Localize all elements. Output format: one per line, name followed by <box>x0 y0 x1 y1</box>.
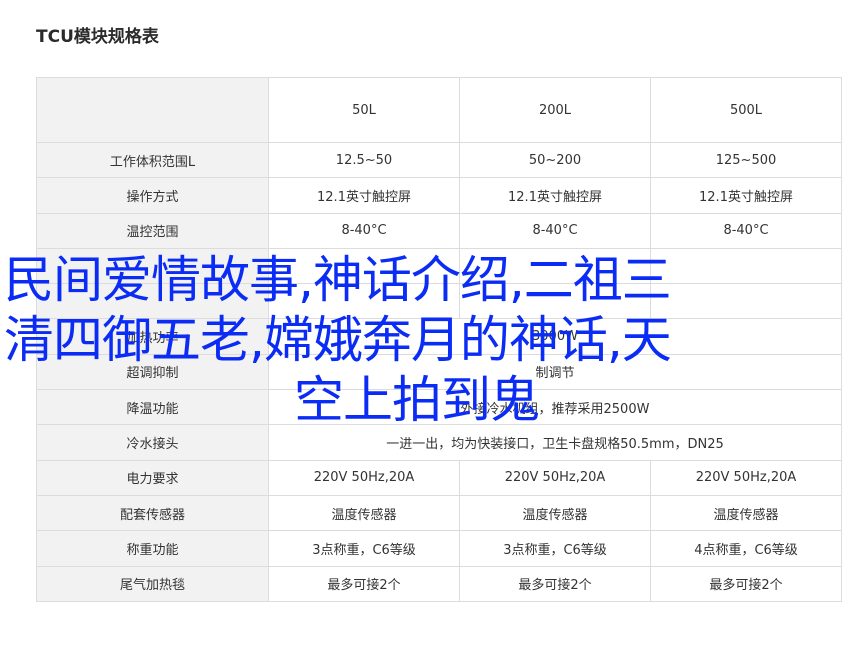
table-cell: 温度传感器 <box>459 494 651 532</box>
table-cell: 4点称重，C6等级 <box>650 530 842 567</box>
row-label: 尾气加热毯 <box>36 565 269 602</box>
row-label: 电力要求 <box>36 459 269 496</box>
table-cell: 220V 50Hz,20A <box>268 459 460 496</box>
table-row: 称重功能 3点称重，C6等级 3点称重，C6等级 4点称重，C6等级 <box>36 530 842 567</box>
table-cell: 12.1英寸触控屏 <box>650 177 842 214</box>
overlay-line: 民间爱情故事,神话介绍,二祖三 <box>4 251 672 309</box>
table-row: 电力要求 220V 50Hz,20A 220V 50Hz,20A 220V 50… <box>36 459 842 496</box>
row-label: 温控范围 <box>36 212 269 249</box>
overlay-headline: 民间爱情故事,神话介绍,二祖三 清四御五老,嫦娥奔月的神话,天 空上拍到鬼 <box>4 250 804 430</box>
column-header: 200L <box>459 77 651 143</box>
table-cell: 8-40°C <box>650 212 842 249</box>
table-row: 冷水接头 一进一出，均为快装接口，卫生卡盘规格50.5mm，DN25 <box>36 424 842 461</box>
table-row: 操作方式 12.1英寸触控屏 12.1英寸触控屏 12.1英寸触控屏 <box>36 177 842 214</box>
table-row: 温控范围 8-40°C 8-40°C 8-40°C <box>36 212 842 249</box>
table-cell: 温度传感器 <box>650 494 842 532</box>
table-cell: 12.1英寸触控屏 <box>268 177 460 214</box>
table-cell: 8-40°C <box>268 212 460 249</box>
row-label: 操作方式 <box>36 177 269 214</box>
row-label: 配套传感器 <box>36 494 269 532</box>
table-row: 配套传感器 温度传感器 温度传感器 温度传感器 <box>36 494 842 532</box>
table-cell: 最多可接2个 <box>650 565 842 602</box>
row-label: 工作体积范围L <box>36 141 269 179</box>
header-corner-cell <box>36 77 269 143</box>
table-header-row: 50L 200L 500L <box>36 77 842 143</box>
table-cell: 最多可接2个 <box>459 565 651 602</box>
table-cell: 220V 50Hz,20A <box>459 459 651 496</box>
table-cell: 220V 50Hz,20A <box>650 459 842 496</box>
page-title: TCU模块规格表 <box>36 27 159 47</box>
table-cell: 最多可接2个 <box>268 565 460 602</box>
table-cell: 温度传感器 <box>268 494 460 532</box>
column-header: 500L <box>650 77 842 143</box>
table-row: 尾气加热毯 最多可接2个 最多可接2个 最多可接2个 <box>36 565 842 602</box>
table-cell: 12.1英寸触控屏 <box>459 177 651 214</box>
table-cell-merged: 一进一出，均为快装接口，卫生卡盘规格50.5mm，DN25 <box>268 424 842 461</box>
row-label: 称重功能 <box>36 530 269 567</box>
table-cell: 3点称重，C6等级 <box>268 530 460 567</box>
table-cell: 12.5~50 <box>268 141 460 179</box>
overlay-line: 清四御五老,嫦娥奔月的神话,天 <box>4 311 672 369</box>
table-row: 工作体积范围L 12.5~50 50~200 125~500 <box>36 141 842 179</box>
table-cell: 50~200 <box>459 141 651 179</box>
table-cell: 8-40°C <box>459 212 651 249</box>
overlay-line: 空上拍到鬼 <box>294 371 540 429</box>
column-header: 50L <box>268 77 460 143</box>
table-cell: 3点称重，C6等级 <box>459 530 651 567</box>
row-label: 冷水接头 <box>36 424 269 461</box>
table-cell: 125~500 <box>650 141 842 179</box>
